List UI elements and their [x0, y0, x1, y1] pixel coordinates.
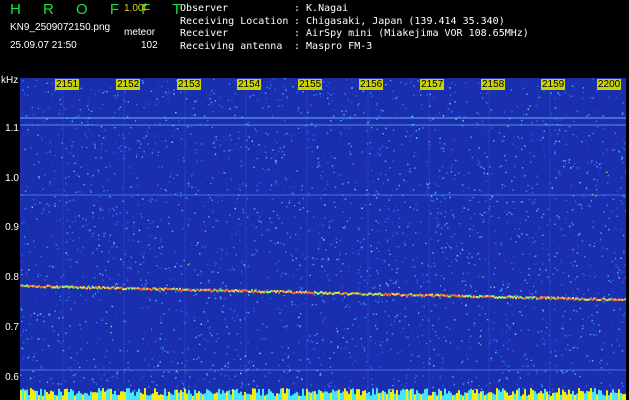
info-key: Receiver — [180, 28, 229, 39]
info-value: : AirSpy mini (Miakejima VOR 108.65MHz) — [294, 28, 529, 39]
info-value: : Chigasaki, Japan (139.414 35.340) — [294, 15, 505, 27]
count-label: 102 — [141, 40, 158, 51]
info-row-antenna: Receiving antenna : Maspro FM-3 — [180, 41, 529, 54]
info-key: Receiving Location — [180, 15, 289, 27]
time-tick-label: 2200 — [597, 79, 622, 90]
info-value: : Maspro FM-3 — [294, 40, 373, 52]
time-tick-label: 2153 — [177, 79, 202, 90]
spectrogram-plot: 2151 2152 2153 2154 2155 2156 2157 2158 … — [20, 78, 626, 400]
spectrogram-background — [20, 78, 626, 400]
y-tick-label: 0.6 — [5, 372, 19, 383]
header-panel: H R O F F T 1.00f KN9_2509072150.png met… — [0, 0, 629, 74]
y-tick-label: 0.7 — [5, 322, 19, 333]
info-key: Observer — [180, 3, 229, 14]
y-tick-label: 0.9 — [5, 222, 19, 233]
time-tick-label: 2159 — [541, 79, 566, 90]
info-value: : K.Nagai — [294, 3, 349, 14]
datetime-label: 25.09.07 21:50 — [10, 40, 77, 51]
y-tick-label: 1.1 — [5, 123, 19, 134]
app-logo: H R O F F T — [10, 1, 191, 18]
info-row-observer: Observer : K.Nagai — [180, 3, 529, 16]
time-tick-label: 2154 — [237, 79, 262, 90]
info-row-receiver: Receiver : AirSpy mini (Miakejima VOR 108… — [180, 28, 529, 41]
time-tick-label: 2151 — [55, 79, 80, 90]
time-tick-label: 2156 — [359, 79, 384, 90]
time-tick-label: 2155 — [298, 79, 323, 90]
version-label: 1.00f — [124, 3, 147, 14]
info-row-location: Receiving Location : Chigasaki, Japan (13… — [180, 16, 529, 29]
frequency-unit-label: kHz — [1, 75, 19, 86]
y-tick-label: 1.0 — [5, 173, 19, 184]
station-info: Observer : K.Nagai Receiving Location : Ch… — [180, 3, 529, 53]
y-tick-label: 0.8 — [5, 272, 19, 283]
info-key: Receiving antenna — [180, 40, 283, 52]
mode-label: meteor — [124, 27, 156, 38]
spectrogram-canvas — [20, 78, 626, 400]
time-tick-label: 2157 — [420, 79, 445, 90]
time-tick-label: 2152 — [116, 79, 141, 90]
file-name: KN9_2509072150.png — [10, 22, 111, 33]
time-tick-label: 2158 — [481, 79, 506, 90]
